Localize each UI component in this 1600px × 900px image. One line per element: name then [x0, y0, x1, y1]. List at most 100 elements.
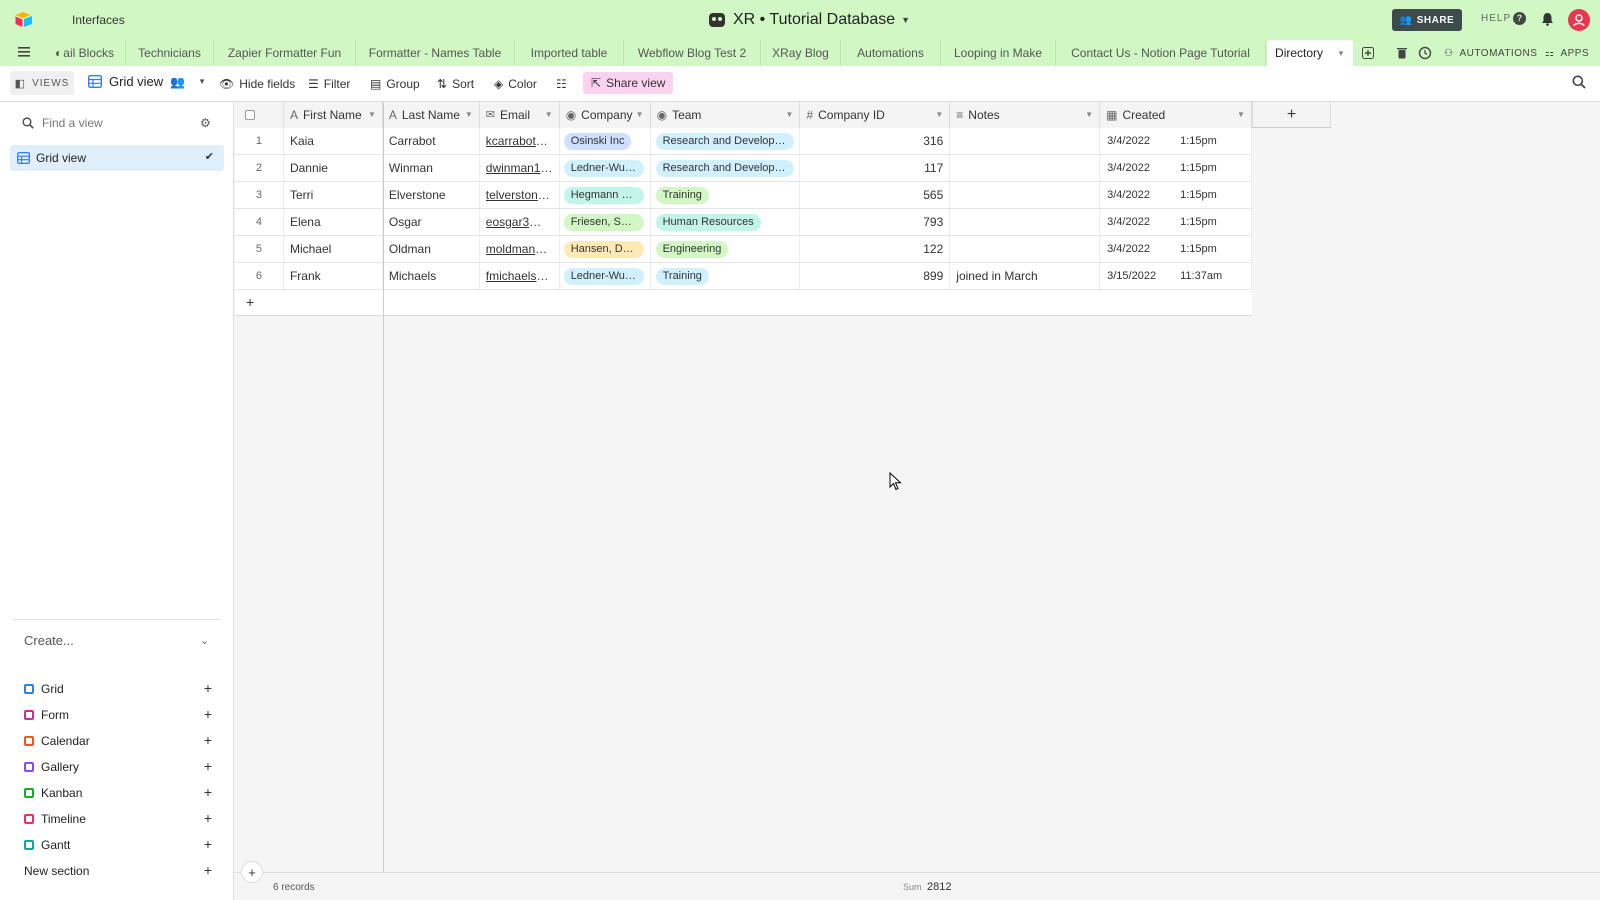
- company-id-cell[interactable]: 899: [800, 263, 951, 289]
- team-cell[interactable]: Human Resources: [651, 209, 801, 235]
- team-cell[interactable]: Training: [651, 182, 801, 208]
- last-name-cell[interactable]: Carrabot: [383, 128, 480, 154]
- row-number[interactable]: 1: [235, 128, 284, 154]
- row-number[interactable]: 3: [235, 182, 284, 208]
- base-title[interactable]: XR • Tutorial Database ▼: [707, 10, 910, 30]
- company-cell[interactable]: Hansen, Da...: [560, 236, 651, 262]
- plus-icon[interactable]: +: [204, 706, 212, 722]
- tab-imported-table[interactable]: Imported table: [515, 40, 624, 66]
- email-cell[interactable]: telverstone2...: [480, 182, 560, 208]
- email-cell[interactable]: eosgar3@ac...: [480, 209, 560, 235]
- add-record-row[interactable]: +: [235, 290, 1252, 316]
- search-icon[interactable]: [1572, 75, 1586, 89]
- create-timeline-view[interactable]: Timeline +: [24, 810, 212, 827]
- plus-icon[interactable]: +: [204, 680, 212, 696]
- column-header-company-id[interactable]: # Company ID ▼: [800, 101, 951, 128]
- created-cell[interactable]: 3/4/2022 1:15pm: [1100, 182, 1252, 208]
- email-link[interactable]: dwinman1@...: [486, 161, 553, 175]
- email-cell[interactable]: kcarrabot0@...: [480, 128, 560, 154]
- column-header-last-name[interactable]: A Last Name ▼: [382, 101, 480, 128]
- trash-icon[interactable]: [1397, 47, 1407, 59]
- avatar[interactable]: [1568, 9, 1590, 31]
- tab-looping-in-make[interactable]: Looping in Make: [941, 40, 1056, 66]
- tab-mail-blocks[interactable]: ◐ ail Blocks: [44, 40, 126, 66]
- row-number[interactable]: 4: [235, 209, 284, 235]
- create-gantt-view[interactable]: Gantt +: [24, 836, 212, 853]
- first-name-cell[interactable]: Dannie: [284, 155, 383, 181]
- sum-label[interactable]: Sum: [903, 882, 922, 892]
- tab-directory[interactable]: Directory ▼: [1267, 40, 1353, 66]
- plus-icon[interactable]: +: [204, 862, 212, 878]
- created-cell[interactable]: 3/4/2022 1:15pm: [1100, 236, 1252, 262]
- column-header-team[interactable]: ◉ Team ▼: [650, 101, 801, 128]
- last-name-cell[interactable]: Elverstone: [383, 182, 480, 208]
- history-icon[interactable]: [1418, 46, 1432, 60]
- table-row[interactable]: 1KaiaCarrabot kcarrabot0@... Osinski Inc Re…: [235, 128, 1252, 155]
- email-cell[interactable]: dwinman1@...: [480, 155, 560, 181]
- hamburger-menu-icon[interactable]: [18, 47, 30, 57]
- company-cell[interactable]: Ledner-Wuc...: [560, 263, 651, 289]
- email-cell[interactable]: moldman4@...: [480, 236, 560, 262]
- table-row[interactable]: 3TerriElverstone telverstone2... Hegmann G…: [235, 182, 1252, 209]
- company-cell[interactable]: Osinski Inc: [560, 128, 651, 154]
- find-view-input[interactable]: Find a view: [22, 116, 103, 130]
- share-button[interactable]: 👥 SHARE: [1392, 9, 1462, 31]
- color-button[interactable]: ◈ Color: [494, 75, 537, 93]
- plus-icon[interactable]: +: [204, 732, 212, 748]
- chevron-down-icon[interactable]: ▼: [1085, 110, 1093, 119]
- tab-webflow-blog-test-2[interactable]: Webflow Blog Test 2: [624, 40, 761, 66]
- automations-button[interactable]: ⚇ AUTOMATIONS: [1444, 40, 1537, 66]
- team-cell[interactable]: Research and Developm...: [651, 128, 801, 154]
- tab-xray-blog[interactable]: XRay Blog: [761, 40, 841, 66]
- bell-icon[interactable]: [1541, 12, 1554, 26]
- apps-button[interactable]: ⚏ APPS: [1545, 40, 1589, 66]
- email-link[interactable]: fmichaels@e...: [486, 269, 553, 283]
- sidebar-item-grid-view[interactable]: Grid view ✔: [10, 145, 224, 171]
- email-link[interactable]: moldman4@...: [486, 242, 553, 256]
- help-icon[interactable]: ?: [1513, 12, 1526, 25]
- column-header-company[interactable]: ◉ Company ▼: [559, 101, 651, 128]
- company-id-cell[interactable]: 122: [800, 236, 951, 262]
- last-name-cell[interactable]: Winman: [383, 155, 480, 181]
- create-view-header[interactable]: Create...: [24, 633, 74, 648]
- create-grid-view[interactable]: Grid +: [24, 680, 212, 697]
- company-id-cell[interactable]: 793: [800, 209, 951, 235]
- email-cell[interactable]: fmichaels@e...: [480, 263, 560, 289]
- team-cell[interactable]: Research and Developm...: [651, 155, 801, 181]
- notes-cell[interactable]: [950, 155, 1101, 181]
- table-row[interactable]: 2DannieWinman dwinman1@... Ledner-Wuc... Re…: [235, 155, 1252, 182]
- first-name-cell[interactable]: Frank: [284, 263, 383, 289]
- created-cell[interactable]: 3/4/2022 1:15pm: [1100, 209, 1252, 235]
- table-row[interactable]: 4ElenaOsgar eosgar3@ac... Friesen, Sau... H…: [235, 209, 1252, 236]
- tab-automations[interactable]: Automations: [841, 40, 941, 66]
- column-header-created[interactable]: ▦ Created ▼: [1100, 101, 1252, 128]
- chevron-down-icon[interactable]: ▼: [545, 110, 553, 119]
- create-kanban-view[interactable]: Kanban +: [24, 784, 212, 801]
- team-cell[interactable]: Training: [651, 263, 801, 289]
- chevron-down-icon[interactable]: ▼: [935, 110, 943, 119]
- plus-icon[interactable]: +: [204, 784, 212, 800]
- created-cell[interactable]: 3/4/2022 1:15pm: [1100, 155, 1252, 181]
- chevron-down-icon[interactable]: ▼: [1337, 49, 1345, 58]
- created-cell[interactable]: 3/15/2022 11:37am: [1100, 263, 1252, 289]
- last-name-cell[interactable]: Osgar: [383, 209, 480, 235]
- help-link[interactable]: HELP: [1481, 13, 1511, 24]
- company-id-cell[interactable]: 117: [800, 155, 951, 181]
- frozen-column-divider[interactable]: [383, 102, 384, 900]
- group-button[interactable]: ▤ Group: [370, 75, 420, 93]
- email-link[interactable]: telverstone2...: [486, 188, 553, 202]
- row-number[interactable]: 6: [235, 263, 284, 289]
- first-name-cell[interactable]: Elena: [284, 209, 383, 235]
- tab-formatter-names-table[interactable]: Formatter - Names Table: [356, 40, 515, 66]
- row-height-button[interactable]: ☷: [556, 75, 567, 93]
- row-number[interactable]: 2: [235, 155, 284, 181]
- email-link[interactable]: eosgar3@ac...: [486, 215, 553, 229]
- company-cell[interactable]: Friesen, Sau...: [560, 209, 651, 235]
- notes-cell[interactable]: joined in March: [950, 263, 1101, 289]
- add-field-button[interactable]: +: [1253, 102, 1331, 128]
- plus-icon[interactable]: +: [204, 758, 212, 774]
- airtable-logo-icon[interactable]: [14, 11, 34, 29]
- chevron-down-icon[interactable]: ▼: [636, 110, 644, 119]
- email-link[interactable]: kcarrabot0@...: [486, 134, 553, 148]
- create-form-view[interactable]: Form +: [24, 706, 212, 723]
